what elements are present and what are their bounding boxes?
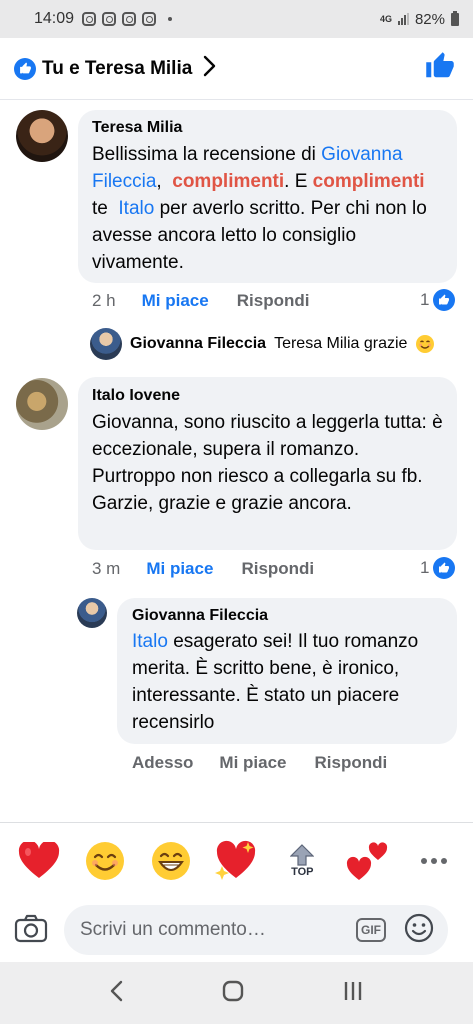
reply-action[interactable]: Rispondi — [315, 753, 388, 773]
signal-icon — [397, 13, 409, 25]
instagram-notification-icon — [102, 12, 117, 26]
avatar[interactable] — [90, 328, 122, 360]
like-action[interactable]: Mi piace — [142, 291, 209, 311]
top-arrow-icon[interactable]: TOP — [280, 839, 324, 883]
highlight-word: complimenti — [172, 171, 285, 192]
top-label: TOP — [291, 866, 314, 878]
comment-actions: 2 h Mi piace Rispondi — [92, 291, 309, 311]
sparkling-heart-icon[interactable] — [214, 839, 258, 883]
collapsed-reply[interactable]: Giovanna Fileccia Teresa Milia grazie — [90, 328, 435, 360]
comment-actions: 3 m Mi piace Rispondi — [92, 559, 314, 579]
mention-link[interactable]: Fileccia — [92, 171, 156, 192]
reply-action[interactable]: Rispondi — [241, 559, 314, 579]
smiling-face-icon — [416, 335, 435, 353]
reply-time: Adesso — [132, 753, 194, 772]
comment-bubble: Teresa Milia Bellissima la recensione di… — [78, 110, 457, 283]
reactions-header: Tu e Teresa Milia — [0, 38, 473, 100]
reaction-count-number: 1 — [420, 558, 430, 577]
instagram-notification-icon — [82, 12, 97, 26]
comment-bubble: Italo Iovene Giovanna, sono riuscito a l… — [78, 377, 457, 550]
reply-text: Italo esagerato sei! Il tuo romanzo meri… — [132, 628, 443, 736]
comment-text-part: . E — [284, 171, 313, 192]
quick-reaction-bar: TOP — [0, 824, 473, 898]
header-title[interactable]: Tu e Teresa Milia — [42, 58, 192, 80]
status-bar: 14:09 4G 82% — [0, 0, 473, 38]
instagram-notification-icon — [142, 12, 157, 26]
comment-input[interactable]: Scrivi un commento… GIF — [64, 905, 448, 955]
more-reactions-icon[interactable] — [412, 839, 456, 883]
smiling-face-icon[interactable] — [83, 839, 127, 883]
notification-icons — [82, 12, 173, 26]
instagram-notification-icon — [122, 12, 137, 26]
divider — [0, 822, 473, 823]
comment-text: Bellissima la recensione di Giovanna Fil… — [92, 141, 443, 276]
gif-button[interactable]: GIF — [356, 918, 386, 942]
two-hearts-icon[interactable] — [346, 839, 390, 883]
mention-link[interactable]: Italo — [118, 198, 154, 219]
more-notifications-dot — [168, 17, 173, 21]
avatar[interactable] — [16, 110, 68, 162]
comment-time: 2 h — [92, 291, 116, 310]
back-icon[interactable] — [108, 979, 126, 1008]
reply-actions: Adesso Mi piace Rispondi — [132, 753, 387, 773]
reply-bubble: Giovanna Fileccia Italo esagerato sei! I… — [117, 598, 457, 744]
reaction-count[interactable]: 1 — [420, 289, 456, 311]
reply-text-part: esagerato sei! Il tuo romanzo merita. È … — [132, 631, 419, 733]
mention-link[interactable]: Italo — [132, 631, 168, 652]
mention-link[interactable]: Giovanna — [321, 144, 402, 165]
home-icon[interactable] — [221, 979, 245, 1008]
comment-time: 3 m — [92, 559, 121, 578]
recent-apps-icon[interactable] — [341, 979, 365, 1008]
camera-icon[interactable] — [14, 913, 48, 948]
like-reaction-icon — [433, 557, 456, 579]
comment-text-part: , — [156, 171, 173, 192]
like-badge-icon — [14, 57, 36, 80]
system-navigation-bar — [0, 962, 473, 1024]
reaction-count-number: 1 — [420, 290, 430, 309]
reaction-count[interactable]: 1 — [420, 557, 456, 579]
comment-author[interactable]: Italo Iovene — [92, 387, 443, 405]
battery-icon — [451, 10, 459, 26]
chevron-right-icon[interactable] — [202, 55, 216, 82]
comment-text: Giovanna, sono riuscito a leggerla tutta… — [92, 412, 443, 514]
reply-author[interactable]: Giovanna Fileccia — [132, 607, 443, 625]
reply-author[interactable]: Giovanna Fileccia — [130, 335, 266, 353]
red-heart-icon[interactable] — [17, 839, 61, 883]
network-type: 4G — [379, 13, 392, 24]
like-button-icon[interactable] — [425, 51, 455, 86]
avatar[interactable] — [16, 378, 68, 430]
battery-percent: 82% — [414, 10, 445, 28]
grinning-face-icon[interactable] — [149, 839, 193, 883]
reply-text: Teresa Milia grazie — [274, 335, 408, 352]
highlight-word: complimenti — [312, 171, 425, 192]
comment-text-part: te — [92, 198, 119, 219]
like-action[interactable]: Mi piace — [146, 559, 213, 579]
avatar[interactable] — [77, 598, 107, 628]
status-time: 14:09 — [34, 10, 75, 27]
status-right: 4G 82% — [379, 10, 459, 28]
emoji-picker-icon[interactable] — [404, 913, 434, 948]
comment-text-part: Bellissima la recensione di — [92, 144, 322, 165]
like-action[interactable]: Mi piace — [219, 753, 286, 773]
like-reaction-icon — [433, 289, 456, 311]
comment-author[interactable]: Teresa Milia — [92, 119, 443, 137]
comment-input-placeholder: Scrivi un commento… — [80, 919, 266, 940]
comment-composer: Scrivi un commento… GIF — [0, 898, 473, 962]
reply-action[interactable]: Rispondi — [237, 291, 310, 311]
